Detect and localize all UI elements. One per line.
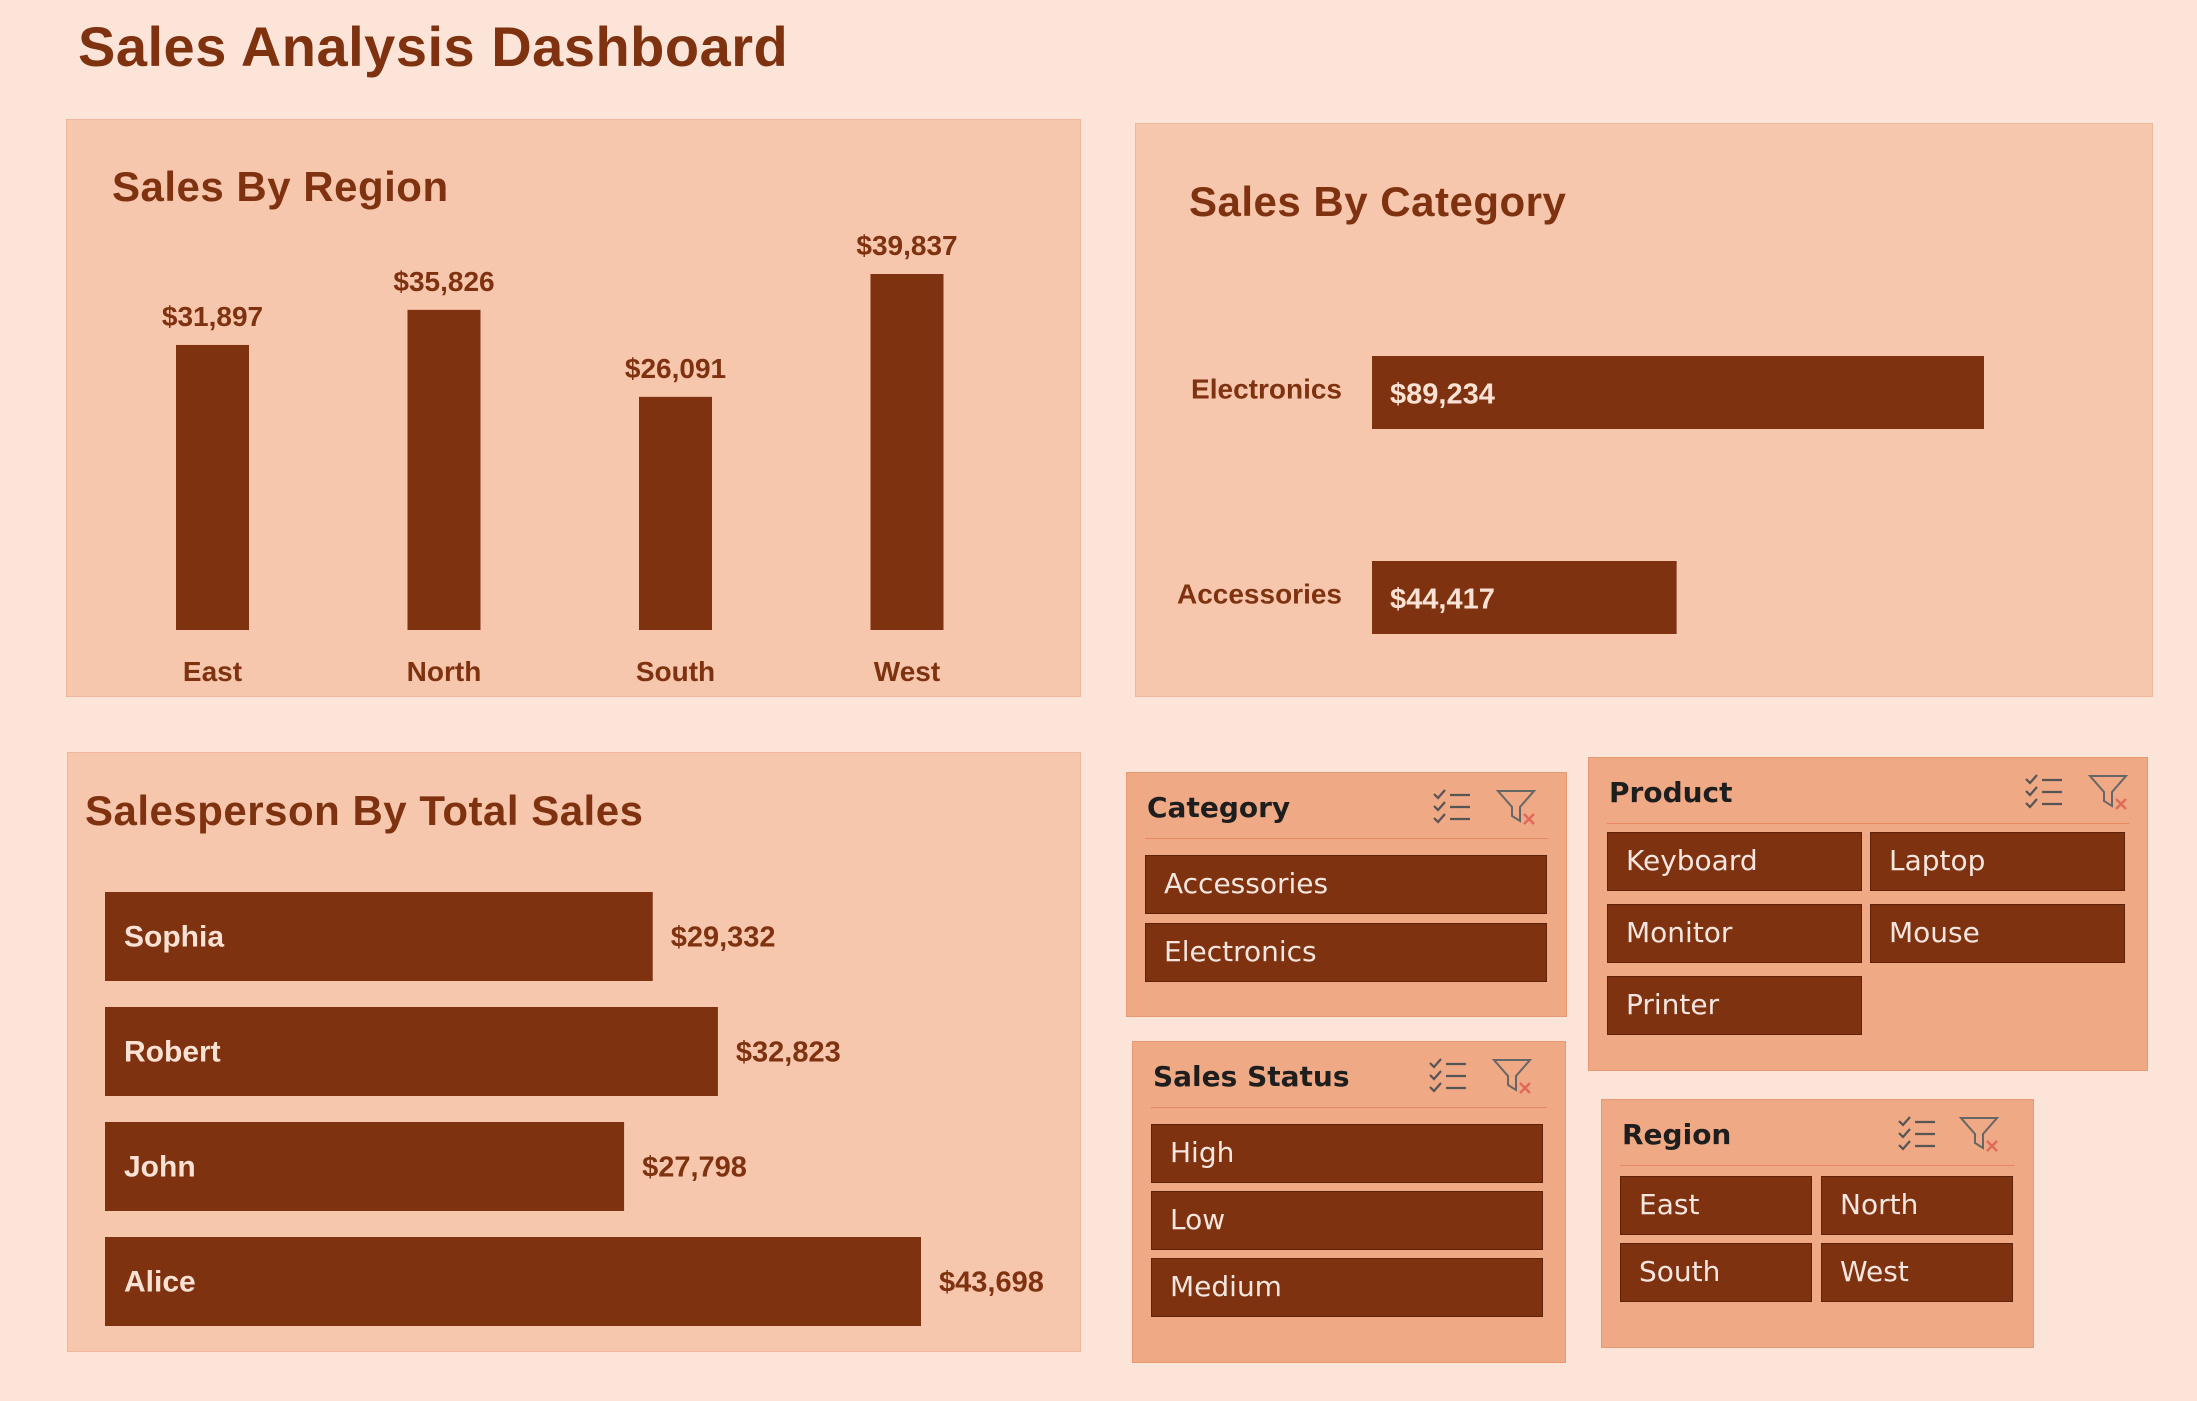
region-category-label: South (636, 656, 715, 687)
multi-select-icon[interactable] (2023, 770, 2067, 814)
slicer-item-accessories[interactable]: Accessories (1145, 855, 1547, 914)
slicer-item-mouse[interactable]: Mouse (1870, 904, 2125, 963)
clear-filter-icon[interactable] (1491, 1054, 1535, 1098)
salesperson-bar-alice (105, 1237, 921, 1326)
region-value-label: $26,091 (625, 353, 726, 384)
slicer-item-south[interactable]: South (1620, 1243, 1812, 1302)
page-title: Sales Analysis Dashboard (78, 15, 789, 78)
slicer-item-electronics[interactable]: Electronics (1145, 923, 1547, 982)
salesperson-value-label: $29,332 (671, 922, 776, 954)
region-value-label: $35,826 (393, 266, 494, 297)
region-category-label: East (183, 656, 242, 687)
salesperson-name-label: Sophia (124, 921, 224, 954)
region-bar-east (176, 344, 249, 630)
region-slicer: Region East North South West (1601, 1099, 2034, 1348)
slicer-item-north[interactable]: North (1821, 1176, 2013, 1235)
region-bar-north (407, 309, 481, 630)
slicer-item-high[interactable]: High (1151, 1124, 1543, 1183)
region-chart-panel: Sales By Region $31,897 East $35,826 North $… (66, 119, 1081, 697)
slicer-title: Region (1622, 1118, 1732, 1151)
salesperson-value-label: $43,698 (939, 1267, 1044, 1299)
category-value-label: $89,234 (1390, 379, 1495, 411)
category-label: Electronics (1191, 374, 1342, 405)
multi-select-icon[interactable] (1427, 1054, 1471, 1098)
salesperson-chart-panel: Salesperson By Total Sales Sophia $29,332… (67, 752, 1081, 1352)
slicer-title: Product (1609, 776, 1733, 809)
category-slicer: Category Accessories Electronics (1126, 772, 1567, 1017)
region-bar-chart: $31,897 East $35,826 North $26,091 South $39,8… (162, 230, 958, 687)
category-chart-panel: Sales By Category Electronics $89,234 Acce… (1135, 123, 2153, 697)
region-category-label: North (407, 656, 482, 687)
sales-status-slicer: Sales Status High Low Medium (1132, 1041, 1566, 1363)
slicer-header: Product (1607, 758, 2129, 824)
region-category-label: West (874, 656, 940, 687)
region-value-label: $39,837 (856, 230, 957, 261)
region-value-label: $31,897 (162, 301, 263, 332)
salesperson-name-label: Robert (124, 1036, 221, 1069)
clear-filter-icon[interactable] (1495, 785, 1539, 829)
clear-filter-icon[interactable] (1958, 1112, 2002, 1156)
salesperson-name-label: John (124, 1151, 196, 1184)
slicer-title: Category (1147, 791, 1291, 824)
category-label: Accessories (1177, 579, 1342, 610)
clear-filter-icon[interactable] (2087, 770, 2131, 814)
slicer-header: Sales Status (1151, 1042, 1547, 1108)
salesperson-bar-chart: Sophia $29,332 Robert $32,823 John $27,798 Ali… (105, 892, 1044, 1326)
region-bar-south (639, 396, 712, 630)
salesperson-value-label: $32,823 (736, 1037, 841, 1069)
slicer-item-keyboard[interactable]: Keyboard (1607, 832, 1862, 891)
product-slicer: Product Keyboard Laptop Monitor Mouse Pr… (1588, 757, 2148, 1071)
salesperson-name-label: Alice (124, 1266, 196, 1299)
category-bar-chart: Electronics $89,234 Accessories $44,417 (1177, 356, 1984, 634)
multi-select-icon[interactable] (1896, 1112, 1940, 1156)
region-bar-west (870, 274, 944, 630)
slicer-item-low[interactable]: Low (1151, 1191, 1543, 1250)
slicer-item-east[interactable]: East (1620, 1176, 1812, 1235)
slicer-item-medium[interactable]: Medium (1151, 1258, 1543, 1317)
slicer-item-west[interactable]: West (1821, 1243, 2013, 1302)
slicer-item-laptop[interactable]: Laptop (1870, 832, 2125, 891)
slicer-header: Region (1620, 1100, 2015, 1166)
slicer-item-monitor[interactable]: Monitor (1607, 904, 1862, 963)
slicer-item-printer[interactable]: Printer (1607, 976, 1862, 1035)
multi-select-icon[interactable] (1431, 785, 1475, 829)
slicer-header: Category (1145, 773, 1548, 839)
category-value-label: $44,417 (1390, 584, 1495, 616)
slicer-title: Sales Status (1153, 1060, 1350, 1093)
salesperson-value-label: $27,798 (642, 1152, 747, 1184)
